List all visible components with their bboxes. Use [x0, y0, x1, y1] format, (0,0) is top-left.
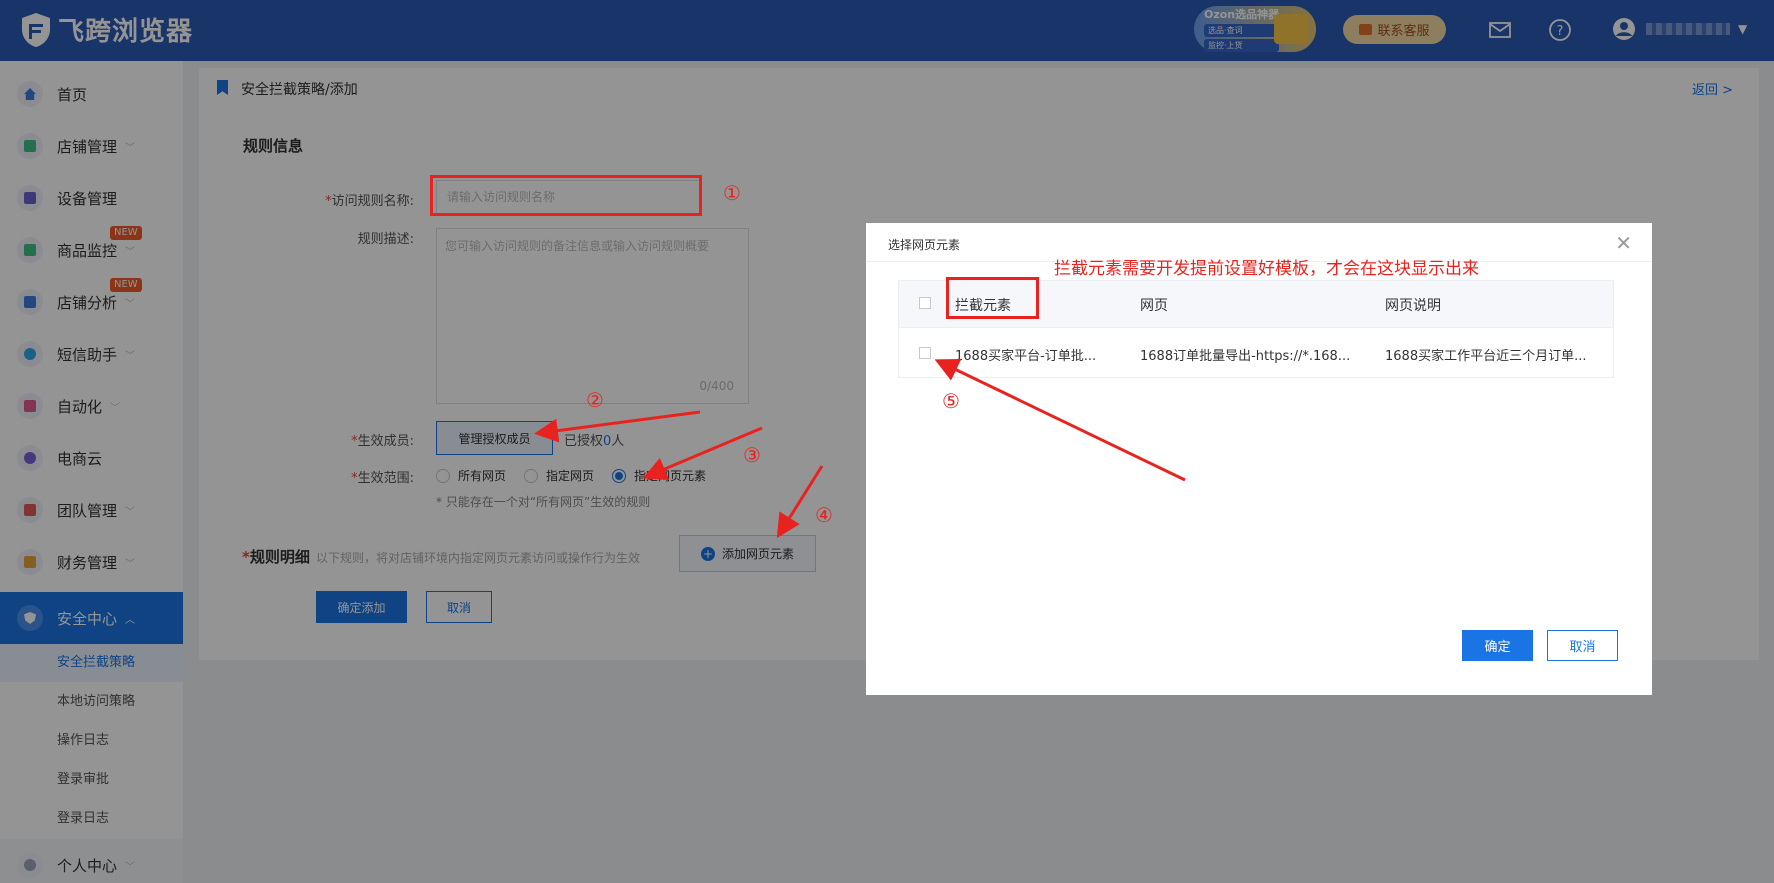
table-row[interactable]: 1688买家平台-订单批... 1688订单批量导出-https://*.168…: [899, 327, 1613, 377]
close-icon[interactable]: ✕: [1615, 233, 1632, 253]
cell-page: 1688订单批量导出-https://*.168...: [1140, 349, 1351, 364]
annotation-number-5: ⑤: [942, 389, 960, 413]
cell-desc: 1688买家工作平台近三个月订单...: [1385, 349, 1587, 364]
column-header-desc: 网页说明: [1385, 298, 1441, 314]
annotation-number-2: ②: [586, 388, 604, 412]
column-header-page: 网页: [1140, 298, 1168, 314]
cell-element: 1688买家平台-订单批...: [955, 349, 1097, 364]
annotation-number-1: ①: [723, 181, 741, 205]
select-all-checkbox[interactable]: [919, 297, 931, 309]
modal-ok-button[interactable]: 确定: [1462, 630, 1533, 661]
modal-title: 选择网页元素: [888, 238, 961, 252]
annotation-box-name: [430, 175, 702, 216]
modal-cancel-button[interactable]: 取消: [1547, 630, 1618, 661]
annotation-number-4: ④: [815, 503, 833, 527]
annotation-box-column: [946, 277, 1039, 319]
annotation-note: 拦截元素需要开发提前设置好模板，才会在这块显示出来: [1054, 259, 1479, 279]
row-checkbox[interactable]: [919, 347, 931, 359]
annotation-number-3: ③: [743, 443, 761, 467]
